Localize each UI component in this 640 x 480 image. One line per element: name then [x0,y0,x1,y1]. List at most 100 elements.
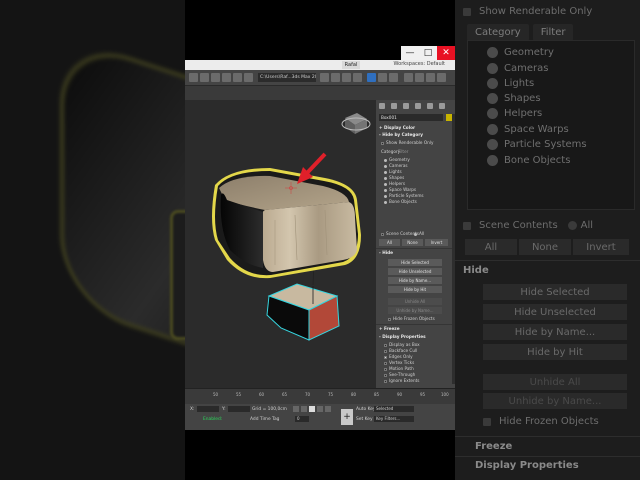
panel-scrollbar[interactable] [452,114,455,384]
maximize-button[interactable]: □ [419,46,437,60]
project-path-field[interactable]: C:\Users\Raf...3ds Max 2020 [258,73,316,82]
utilities-tab-icon[interactable] [439,103,445,109]
small-cube-object[interactable] [266,283,340,341]
timeline-ruler[interactable]: 50 55 60 65 70 75 80 85 90 95 100 [185,388,455,404]
tool-icon[interactable] [233,73,242,82]
minimize-button[interactable]: — [401,46,419,60]
current-frame-field[interactable]: 0 [295,416,309,422]
tool-icon[interactable] [426,73,435,82]
cat-helpers[interactable]: Helpers [384,181,405,186]
all-button[interactable]: All [379,239,400,246]
tool-icon[interactable] [244,73,253,82]
checkbox-label: Backface Cull [389,348,418,353]
hide-by-hit-button[interactable]: Hide by Hit [388,286,442,293]
checkbox-icon [384,361,387,365]
see-through-checkbox[interactable]: See-Through [384,372,415,377]
cat-shapes[interactable]: Shapes [384,175,404,180]
prev-frame-icon[interactable] [301,406,307,412]
tool-icon[interactable] [200,73,209,82]
next-frame-icon[interactable] [317,406,323,412]
show-renderable-checkbox[interactable]: Show Renderable Only [381,140,433,145]
create-tab-icon[interactable] [379,103,385,109]
checkbox-label: Hide Frozen Objects [393,316,435,321]
hide-frozen-checkbox[interactable]: Hide Frozen Objects [388,316,435,321]
tool-icon[interactable] [378,73,387,82]
workspace-selector[interactable]: Workspaces: Default [394,61,445,67]
cat-cameras[interactable]: Cameras [384,163,408,168]
backface-cull-checkbox[interactable]: Backface Cull [384,348,417,353]
helper-icon [384,182,387,186]
cat-label: Particle Systems [389,193,424,198]
tool-icon[interactable] [222,73,231,82]
display-tab-icon[interactable] [427,103,433,109]
display-color-rollout[interactable]: + Display Color [379,125,415,130]
user-badge[interactable]: Rafal [342,61,360,69]
motion-path-checkbox[interactable]: Motion Path [384,366,414,371]
hide-unselected-button[interactable]: Hide Unselected [388,268,442,275]
hierarchy-tab-icon[interactable] [403,103,409,109]
ignore-extents-checkbox[interactable]: Ignore Extents [384,378,419,383]
checkbox-icon [384,373,387,377]
bg-unhide-by-name: Unhide by Name... [483,393,627,409]
freeze-rollout[interactable]: + Freeze [379,326,400,331]
cat-particles[interactable]: Particle Systems [384,193,424,198]
goto-start-icon[interactable] [293,406,299,412]
tool-icon[interactable] [342,73,351,82]
hide-by-name-button[interactable]: Hide by Name... [388,277,442,284]
tool-icon[interactable] [415,73,424,82]
y-coordinate-field[interactable] [228,406,250,412]
vertex-ticks-checkbox[interactable]: Vertex Ticks [384,360,414,365]
tool-icon[interactable] [211,73,220,82]
checkbox-icon [384,349,387,353]
tool-icon[interactable] [320,73,329,82]
none-button[interactable]: None [402,239,423,246]
unhide-all-button[interactable]: Unhide All [388,298,442,305]
active-tool-icon[interactable] [367,73,376,82]
tool-icon[interactable] [404,73,413,82]
edges-only-checkbox[interactable]: Edges Only [384,354,413,359]
tool-icon[interactable] [353,73,362,82]
all-radio[interactable]: All [414,231,424,236]
bg-hide-by-name: Hide by Name... [483,324,627,340]
checkbox-label: Motion Path [389,366,414,371]
checkbox-icon [388,317,391,321]
viewcube-icon[interactable] [341,113,371,134]
bg-none-button: None [519,239,571,255]
cat-geometry[interactable]: Geometry [384,157,410,162]
cat-label: Shapes [389,175,405,180]
checkbox-label: Ignore Extents [389,378,420,383]
cat-space-warps[interactable]: Space Warps [384,187,416,192]
cat-bones[interactable]: Bone Objects [384,199,417,204]
tool-icon[interactable] [389,73,398,82]
perspective-viewport[interactable] [185,100,376,388]
hide-selected-button[interactable]: Hide Selected [388,259,442,266]
hide-by-category-rollout[interactable]: - Hide by Category [379,132,423,137]
close-button[interactable]: ✕ [437,46,455,60]
key-mode-icon[interactable]: + [341,409,353,425]
hide-rollout[interactable]: - Hide [379,250,393,255]
display-properties-rollout[interactable]: - Display Properties [379,334,426,339]
auto-key-button[interactable]: Auto Key [356,407,376,412]
unhide-by-name-button[interactable]: Unhide by Name... [388,307,442,314]
tool-icon[interactable] [331,73,340,82]
motion-tab-icon[interactable] [415,103,421,109]
cat-lights[interactable]: Lights [384,169,402,174]
display-as-box-checkbox[interactable]: Display as Box [384,342,420,347]
filter-tab[interactable]: Filter [398,149,408,154]
play-icon[interactable] [309,406,315,412]
radio-icon [567,221,577,230]
invert-button[interactable]: Invert [425,239,448,246]
key-filters-button[interactable]: Key Filters... [374,416,414,422]
checkbox-icon [384,343,387,347]
checkbox-label: Vertex Ticks [389,360,415,365]
selection-set-dropdown[interactable]: Selected [374,406,414,412]
modify-tab-icon[interactable] [391,103,397,109]
tool-icon[interactable] [189,73,198,82]
rounded-box-object[interactable] [212,168,361,279]
add-time-tag[interactable]: Add Time Tag [250,417,279,422]
goto-end-icon[interactable] [325,406,331,412]
object-name-field[interactable]: Box001 [379,114,443,121]
tool-icon[interactable] [437,73,446,82]
set-key-button[interactable]: Set Key [356,417,373,422]
x-coordinate-field[interactable] [197,406,219,412]
